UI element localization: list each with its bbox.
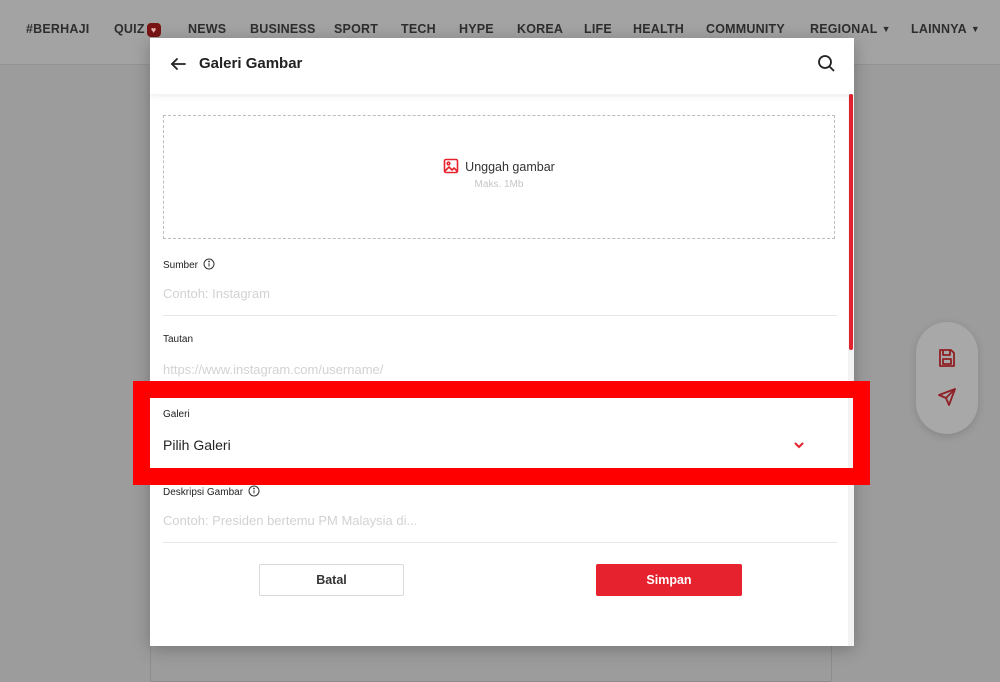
info-icon[interactable] [248,485,260,500]
nav-item-quiz-label: QUIZ [114,22,145,36]
sumber-label: Sumber [163,260,199,271]
nav-item-korea[interactable]: KOREA [517,22,563,36]
nav-item-lainnya-label: LAINNYA [911,22,967,36]
deskripsi-label: Deskripsi Gambar [163,487,244,498]
nav-item-lainnya[interactable]: LAINNYA ▼ [911,22,980,36]
tautan-input[interactable] [163,358,837,380]
nav-item-hype[interactable]: HYPE [459,22,494,36]
modal-header: Galeri Gambar [150,38,854,94]
deskripsi-underline [163,542,837,543]
nav-item-regional[interactable]: REGIONAL ▼ [810,22,891,36]
sumber-label-row: Sumber [163,258,215,273]
sumber-input[interactable] [163,282,837,304]
image-upload-dropzone[interactable]: Unggah gambar Maks. 1Mb [163,115,835,239]
nav-item-regional-label: REGIONAL [810,22,878,36]
chevron-down-icon[interactable] [792,438,806,452]
nav-item-news[interactable]: NEWS [188,22,226,36]
tautan-label: Tautan [163,334,194,345]
nav-item-community[interactable]: COMMUNITY [706,22,785,36]
info-icon[interactable] [203,258,215,273]
nav-item-sport[interactable]: SPORT [334,22,378,36]
quiz-badge-icon: ♥ [146,23,161,37]
floating-action-panel [916,322,978,434]
nav-item-health[interactable]: HEALTH [633,22,684,36]
modal-title: Galeri Gambar [199,55,303,72]
cancel-button[interactable]: Batal [259,564,404,596]
sumber-underline [163,315,837,316]
chevron-down-icon: ▼ [970,24,980,34]
back-arrow-icon[interactable] [167,53,189,75]
deskripsi-input[interactable] [163,509,837,531]
galeri-select[interactable]: Pilih Galeri [163,437,231,453]
send-icon[interactable] [935,385,959,409]
nav-item-tech[interactable]: TECH [401,22,436,36]
scrollbar-thumb[interactable] [849,94,853,350]
upload-label: Unggah gambar [465,160,555,174]
galeri-label: Galeri [163,409,190,420]
image-icon [443,158,459,174]
deskripsi-label-row: Deskripsi Gambar [163,485,260,500]
upload-size-hint: Maks. 1Mb [474,179,524,190]
chevron-down-icon: ▼ [881,24,891,34]
nav-item-business[interactable]: BUSINESS [250,22,316,36]
nav-item-life[interactable]: LIFE [584,22,612,36]
upload-label-row: Unggah gambar [164,158,834,174]
save-button[interactable]: Simpan [596,564,742,596]
save-draft-icon[interactable] [935,346,959,370]
nav-item-quiz[interactable]: QUIZ ♥ [114,22,161,37]
galeri-gambar-modal: Galeri Gambar Unggah gambar Maks. 1Mb Su… [150,38,854,646]
nav-item-berhaji[interactable]: #BERHAJI [26,22,89,36]
search-icon[interactable] [815,52,837,74]
